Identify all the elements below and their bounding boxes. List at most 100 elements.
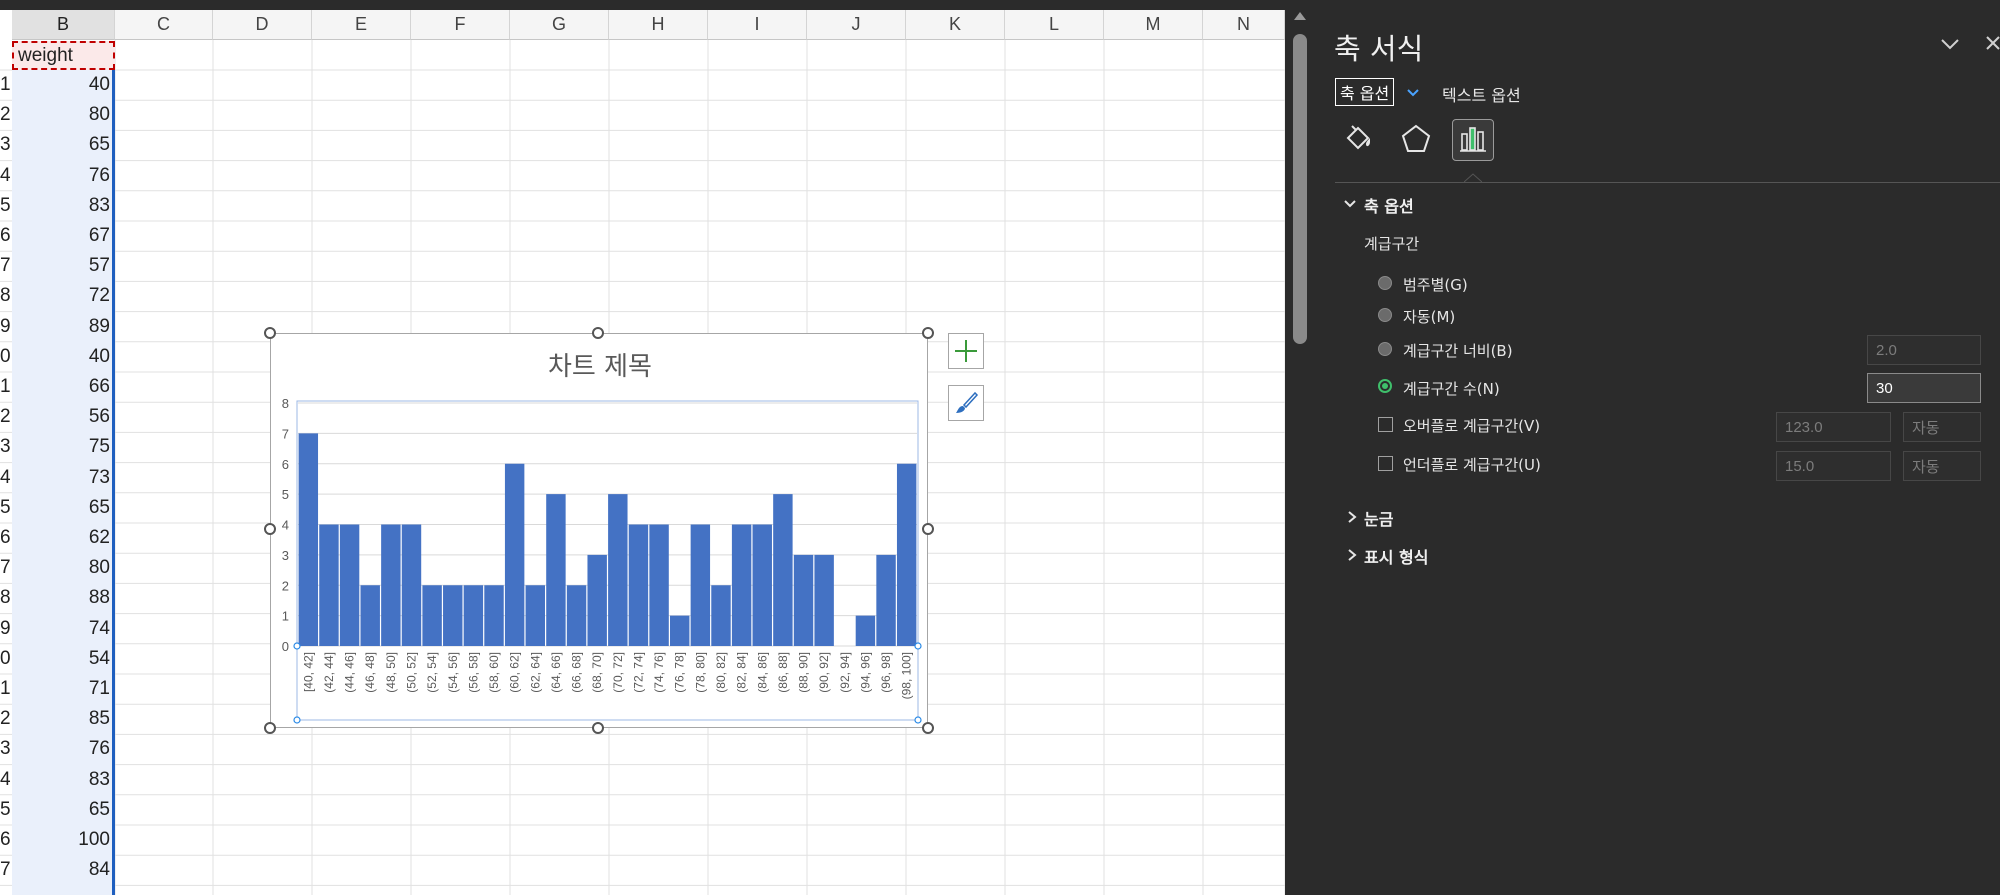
- row-number[interactable]: 2: [0, 100, 12, 130]
- column-header-i[interactable]: I: [708, 10, 807, 40]
- weight-cell[interactable]: 71: [12, 674, 110, 704]
- weight-cell[interactable]: 66: [12, 372, 110, 402]
- radio-bin-width[interactable]: [1378, 342, 1392, 356]
- row-number[interactable]: 3: [0, 734, 12, 764]
- underflow-auto-input[interactable]: 자동: [1903, 451, 1981, 481]
- column-header-b[interactable]: B: [12, 10, 115, 40]
- close-icon[interactable]: [1986, 36, 2000, 50]
- row-number[interactable]: 7: [0, 855, 12, 885]
- row-number[interactable]: 4: [0, 463, 12, 493]
- radio-bin-width-label[interactable]: 계급구간 너비(B): [1403, 340, 1513, 361]
- weight-cell[interactable]: 76: [12, 734, 110, 764]
- weight-cell[interactable]: 40: [12, 342, 110, 372]
- chart-resize-handle-tl[interactable]: [264, 327, 276, 339]
- effects-pentagon-icon[interactable]: [1400, 123, 1432, 155]
- histogram-bar[interactable]: [608, 494, 628, 646]
- histogram-bar[interactable]: [360, 585, 380, 646]
- column-header-k[interactable]: K: [906, 10, 1005, 40]
- section-axis-options[interactable]: 축 옵션: [1364, 193, 1414, 217]
- histogram-chart[interactable]: 차트 제목 0 1 2 3 4 5 6 7 8 [40, 42] (42, 44] (44, 46](…: [270, 333, 928, 728]
- histogram-bar[interactable]: [752, 524, 772, 647]
- underflow-bin-input[interactable]: 15.0: [1776, 451, 1891, 481]
- overflow-bin-label[interactable]: 오버플로 계급구간(V): [1403, 415, 1540, 436]
- row-number[interactable]: 8: [0, 281, 12, 311]
- weight-cell[interactable]: 72: [12, 281, 110, 311]
- row-number[interactable]: 6: [0, 221, 12, 251]
- axis-selection-handle[interactable]: [293, 716, 301, 724]
- histogram-bar[interactable]: [628, 524, 649, 647]
- row-number[interactable]: 5: [0, 795, 12, 825]
- column-header-m[interactable]: M: [1104, 10, 1203, 40]
- row-number[interactable]: 5: [0, 493, 12, 523]
- row-number[interactable]: 3: [0, 432, 12, 462]
- row-number[interactable]: 1: [0, 674, 12, 704]
- histogram-bar[interactable]: [587, 554, 607, 646]
- histogram-bar[interactable]: [855, 615, 876, 646]
- weight-cell[interactable]: 100: [12, 825, 110, 855]
- row-number[interactable]: 5: [0, 191, 12, 221]
- row-number[interactable]: 7: [0, 251, 12, 281]
- row-number[interactable]: 2: [0, 704, 12, 734]
- radio-bin-count[interactable]: [1378, 379, 1392, 393]
- weight-cell[interactable]: 83: [12, 191, 110, 221]
- histogram-bar[interactable]: [711, 585, 731, 646]
- radio-auto[interactable]: [1378, 308, 1392, 322]
- weight-cell[interactable]: 65: [12, 795, 110, 825]
- column-header-f[interactable]: F: [411, 10, 510, 40]
- column-header-n[interactable]: N: [1203, 10, 1285, 40]
- weight-cell[interactable]: 74: [12, 614, 110, 644]
- chart-resize-handle-bm[interactable]: [592, 722, 604, 734]
- weight-cell[interactable]: 80: [12, 553, 110, 583]
- tab-axis-options[interactable]: 축 옵션: [1335, 78, 1395, 106]
- weight-cell[interactable]: 85: [12, 704, 110, 734]
- row-number[interactable]: 3: [0, 130, 12, 160]
- weight-cell[interactable]: 84: [12, 855, 110, 885]
- fill-line-icon[interactable]: [1342, 122, 1376, 156]
- histogram-bar[interactable]: [566, 585, 587, 646]
- underflow-bin-checkbox[interactable]: [1378, 456, 1393, 471]
- histogram-bar[interactable]: [484, 585, 504, 646]
- row-number[interactable]: 9: [0, 312, 12, 342]
- weight-cell[interactable]: 56: [12, 402, 110, 432]
- column-header-g[interactable]: G: [510, 10, 609, 40]
- chart-resize-handle-ml[interactable]: [264, 523, 276, 535]
- row-number[interactable]: 4: [0, 161, 12, 191]
- chevron-down-icon[interactable]: [1343, 199, 1357, 209]
- chevron-down-icon[interactable]: [1940, 38, 1960, 50]
- weight-cell[interactable]: 67: [12, 221, 110, 251]
- tab-text-options[interactable]: 텍스트 옵션: [1442, 82, 1521, 106]
- histogram-bar[interactable]: [814, 554, 834, 646]
- scroll-up-icon[interactable]: [1294, 12, 1306, 20]
- histogram-bar[interactable]: [670, 615, 690, 646]
- histogram-bar[interactable]: [731, 524, 752, 647]
- weight-cell[interactable]: 65: [12, 130, 110, 160]
- histogram-bar[interactable]: [876, 554, 896, 646]
- radio-by-category-label[interactable]: 범주별(G): [1403, 274, 1468, 295]
- weight-cell[interactable]: 65: [12, 493, 110, 523]
- row-number[interactable]: 1: [0, 70, 12, 100]
- chart-resize-handle-tr[interactable]: [922, 327, 934, 339]
- chart-resize-handle-bl[interactable]: [264, 722, 276, 734]
- overflow-bin-checkbox[interactable]: [1378, 417, 1393, 432]
- weight-cell[interactable]: 89: [12, 312, 110, 342]
- histogram-bar[interactable]: [443, 585, 463, 646]
- column-header-e[interactable]: E: [312, 10, 411, 40]
- histogram-bar[interactable]: [298, 433, 319, 646]
- histogram-bar[interactable]: [773, 494, 793, 646]
- row-number[interactable]: 4: [0, 765, 12, 795]
- weight-cell[interactable]: 73: [12, 463, 110, 493]
- weight-cell[interactable]: 62: [12, 523, 110, 553]
- column-header-j[interactable]: J: [807, 10, 906, 40]
- chart-resize-handle-mr[interactable]: [922, 523, 934, 535]
- section-number-format[interactable]: 표시 형식: [1364, 544, 1428, 568]
- row-number[interactable]: 7: [0, 553, 12, 583]
- radio-auto-label[interactable]: 자동(M): [1403, 306, 1455, 327]
- histogram-bar[interactable]: [649, 524, 669, 647]
- overflow-bin-input[interactable]: 123.0: [1776, 412, 1891, 442]
- row-number[interactable]: 0: [0, 644, 12, 674]
- section-ticks[interactable]: 눈금: [1364, 506, 1393, 530]
- histogram-bar[interactable]: [690, 524, 711, 647]
- chart-styles-button[interactable]: [948, 385, 984, 421]
- weight-cell[interactable]: 40: [12, 70, 110, 100]
- weight-cell[interactable]: 80: [12, 100, 110, 130]
